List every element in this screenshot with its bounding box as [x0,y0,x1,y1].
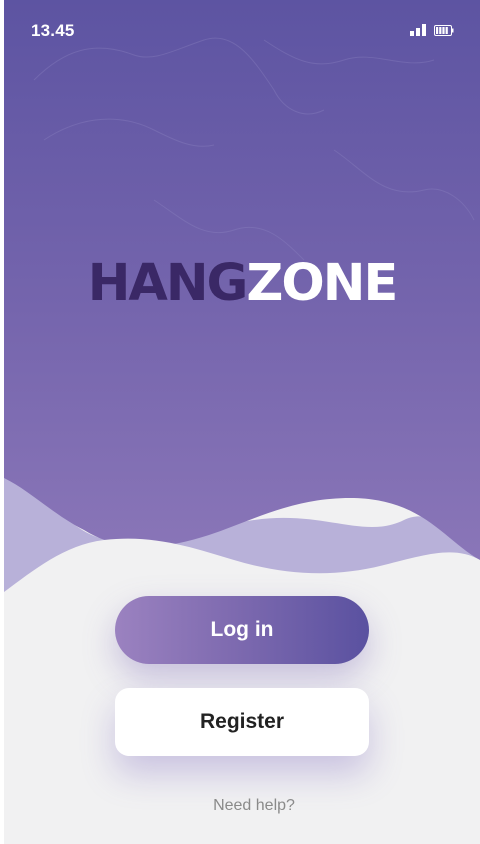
status-bar: 13.45 [4,0,480,62]
need-help-link[interactable]: Need help? [4,797,480,815]
logo-zone: ZONE [246,254,398,313]
battery-icon [434,25,454,36]
login-screen: 13.45 HANGZONE Log in Register Need help… [4,0,480,844]
login-button[interactable]: Log in [115,596,369,664]
logo-hang: HANG [87,254,249,313]
signal-bars-icon [410,24,426,36]
status-icons [410,24,454,36]
status-time: 13.45 [31,21,75,40]
register-button[interactable]: Register [115,688,369,756]
app-logo: HANGZONE [4,252,480,316]
